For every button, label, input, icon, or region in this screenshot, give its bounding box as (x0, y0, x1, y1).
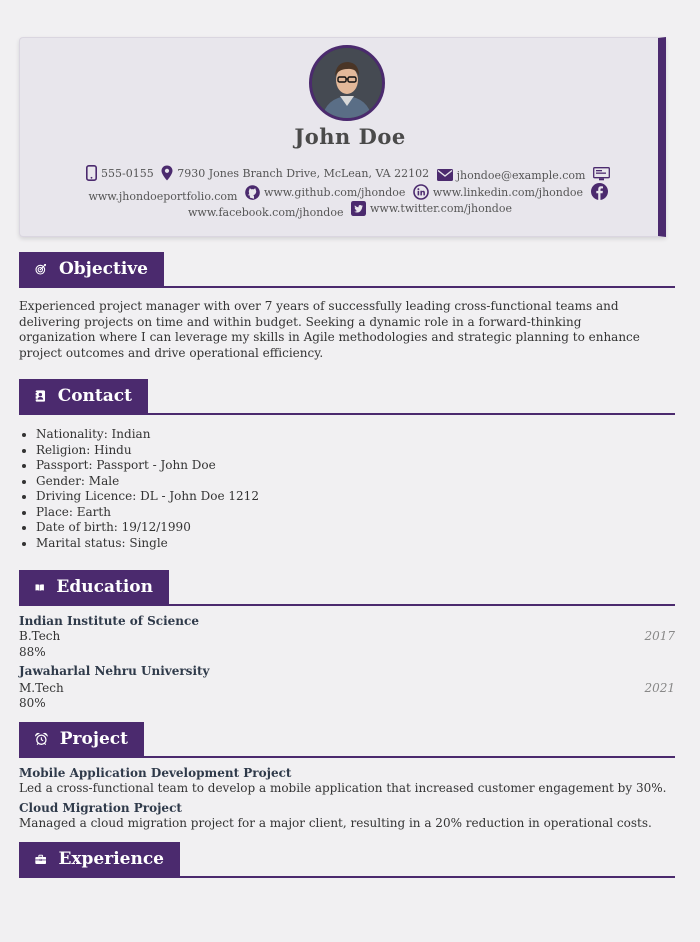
experience-section-header: Experience (19, 842, 675, 878)
github-text: www.github.com/jhondoe (263, 186, 406, 199)
project-name: Cloud Migration Project (19, 801, 182, 815)
project-name: Mobile Application Development Project (19, 766, 292, 780)
education-score: 88% (19, 645, 46, 659)
objective-tab: Objective (19, 252, 164, 286)
contact-line-3: www.facebook.com/jhondoe www.twitter.com… (0, 201, 700, 219)
list-item: Place: Earth (36, 505, 259, 521)
contact-line-2: www.jhondoeportfolio.com www.github.com/… (0, 183, 700, 203)
email-text: jhondoe@example.com (456, 168, 586, 182)
experience-tab: Experience (19, 842, 180, 876)
education-section-header: Education (19, 570, 675, 606)
phone-item[interactable]: 555-0155 (86, 165, 154, 181)
education-tab: Education (19, 570, 169, 604)
facebook-icon-item[interactable] (590, 183, 612, 200)
facebook-icon (590, 183, 608, 200)
contact-line-1: 555-0155 7930 Jones Branch Drive, McLean… (0, 165, 700, 184)
open-book-icon (35, 583, 44, 591)
project-title: Project (59, 729, 128, 749)
contact-title: Contact (57, 386, 132, 406)
education-degree: B.Tech (19, 629, 61, 643)
project-tab: Project (19, 722, 144, 756)
experience-title: Experience (58, 849, 164, 869)
education-school: Jawaharlal Nehru University (19, 664, 210, 678)
project-description: Managed a cloud migration project for a … (19, 816, 652, 830)
email-item[interactable]: jhondoe@example.com (436, 168, 586, 182)
facebook-text: www.facebook.com/jhondoe (188, 206, 344, 219)
target-icon (35, 264, 46, 275)
contact-section-header: Contact (19, 379, 675, 415)
briefcase-icon (35, 854, 47, 864)
education-year: 2021 (644, 681, 675, 695)
list-item: Gender: Male (36, 474, 259, 490)
alarm-clock-icon (35, 732, 48, 746)
candidate-name: John Doe (294, 124, 406, 149)
monitor-icon (592, 167, 610, 181)
contact-tab: Contact (19, 379, 148, 413)
facebook-item[interactable]: www.facebook.com/jhondoe (188, 206, 343, 219)
objective-text: Experienced project manager with over 7 … (19, 299, 640, 360)
objective-title: Objective (58, 259, 148, 279)
project-section-header: Project (19, 722, 675, 758)
twitter-icon (350, 201, 366, 216)
linkedin-text: www.linkedin.com/jhondoe (432, 185, 584, 199)
portfolio-icon-item[interactable] (592, 167, 614, 181)
list-item: Marital status: Single (36, 536, 259, 552)
mobile-phone-icon (86, 165, 98, 181)
project-description: Led a cross-functional team to develop a… (19, 781, 667, 795)
twitter-text: www.twitter.com/jhondoe (369, 202, 512, 215)
github-icon (245, 185, 260, 200)
list-item: Driving Licence: DL - John Doe 1212 (36, 489, 259, 505)
phone-text: 555-0155 (101, 166, 154, 180)
address-item[interactable]: 7930 Jones Branch Drive, McLean, VA 2210… (161, 165, 429, 181)
twitter-item[interactable]: www.twitter.com/jhondoe (350, 201, 512, 216)
linkedin-item[interactable]: www.linkedin.com/jhondoe (413, 184, 583, 200)
list-item: Date of birth: 19/12/1990 (36, 520, 259, 536)
education-degree: M.Tech (19, 681, 64, 695)
list-item: Passport: Passport - John Doe (36, 458, 259, 474)
list-item: Nationality: Indian (36, 427, 259, 443)
education-school: Indian Institute of Science (19, 614, 199, 628)
profile-photo (312, 48, 382, 118)
contact-details-list: Nationality: Indian Religion: Hindu Pass… (19, 427, 259, 551)
envelope-icon (436, 169, 453, 181)
objective-section-header: Objective (19, 252, 675, 288)
address-text: 7930 Jones Branch Drive, McLean, VA 2210… (177, 166, 430, 180)
education-title: Education (56, 577, 153, 597)
address-book-icon (35, 390, 46, 402)
profile-avatar (309, 45, 385, 121)
education-year: 2017 (644, 629, 675, 643)
linkedin-icon (413, 184, 429, 200)
map-marker-icon (161, 165, 173, 181)
github-item[interactable]: www.github.com/jhondoe (245, 185, 405, 200)
list-item: Religion: Hindu (36, 443, 259, 459)
education-score: 80% (19, 696, 46, 710)
